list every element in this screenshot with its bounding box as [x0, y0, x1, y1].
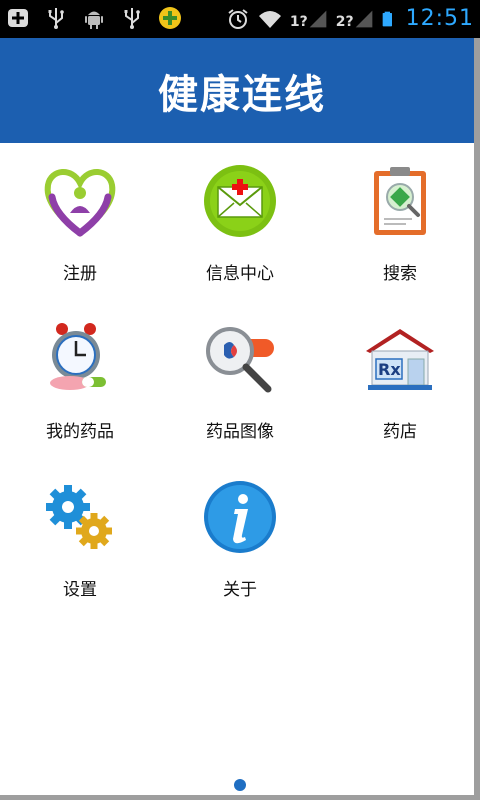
- sim2-indicator: 2?: [335, 14, 354, 30]
- magnifier-pill-icon: [206, 327, 274, 393]
- tile-label: 我的药品: [46, 422, 114, 442]
- sim2-signal: 2?: [336, 8, 374, 30]
- tile-label: 关于: [223, 580, 257, 600]
- info-icon: [204, 481, 276, 553]
- tile-settings[interactable]: 设置: [0, 459, 160, 617]
- tile-message-center[interactable]: 信息中心: [160, 143, 320, 301]
- tile-pharmacy[interactable]: Rx 药店: [320, 301, 480, 459]
- status-bar: 1? 2? 12:51: [0, 0, 480, 38]
- alarm-clock-pills-icon: [50, 323, 106, 390]
- sim1-signal: 1?: [290, 8, 328, 30]
- tile-label: 设置: [63, 580, 97, 600]
- window-border-bottom: [0, 795, 480, 800]
- window-border-right: [474, 38, 480, 800]
- tile-medicine-images[interactable]: 药品图像: [160, 301, 320, 459]
- alarm-icon: [228, 9, 248, 29]
- tile-search[interactable]: 搜索: [320, 143, 480, 301]
- clock: 12:51: [405, 6, 474, 31]
- tile-label: 注册: [63, 264, 97, 284]
- clipboard-search-icon: [374, 167, 426, 235]
- wifi-icon: [258, 11, 281, 28]
- tile-my-medicines[interactable]: 我的药品: [0, 301, 160, 459]
- status-bar-right: 1? 2? 12:51: [226, 5, 474, 33]
- add-box-icon: [8, 9, 28, 27]
- tile-register[interactable]: 注册: [0, 143, 160, 301]
- signal-icon: [355, 10, 372, 28]
- usb-icon: [48, 8, 64, 29]
- svg-text:Rx: Rx: [378, 360, 401, 379]
- tile-label: 信息中心: [206, 264, 274, 284]
- app-header: 健康连线: [0, 38, 474, 143]
- app-window: 健康连线 注册 信息中心 搜索 我的药品 药品图像 Rx 药店 设置 关于: [0, 38, 474, 795]
- page-indicator-dot: [234, 779, 246, 791]
- tile-about[interactable]: 关于: [160, 459, 320, 617]
- tile-label: 搜索: [383, 264, 417, 284]
- plus-circle-icon: [159, 7, 181, 29]
- status-bar-left: [6, 6, 182, 30]
- android-debug-icon: [85, 11, 103, 29]
- app-title: 健康连线: [158, 71, 326, 118]
- tile-label: 药店: [383, 422, 417, 442]
- pharmacy-store-icon: Rx: [366, 329, 434, 390]
- tile-label: 药品图像: [206, 422, 274, 442]
- heart-person-icon: [44, 169, 116, 237]
- usb-icon: [124, 8, 140, 29]
- mail-icon: [204, 165, 276, 237]
- sim1-indicator: 1?: [289, 14, 308, 30]
- signal-icon: [309, 10, 327, 28]
- gears-icon: [46, 485, 112, 549]
- battery-icon: [382, 11, 392, 27]
